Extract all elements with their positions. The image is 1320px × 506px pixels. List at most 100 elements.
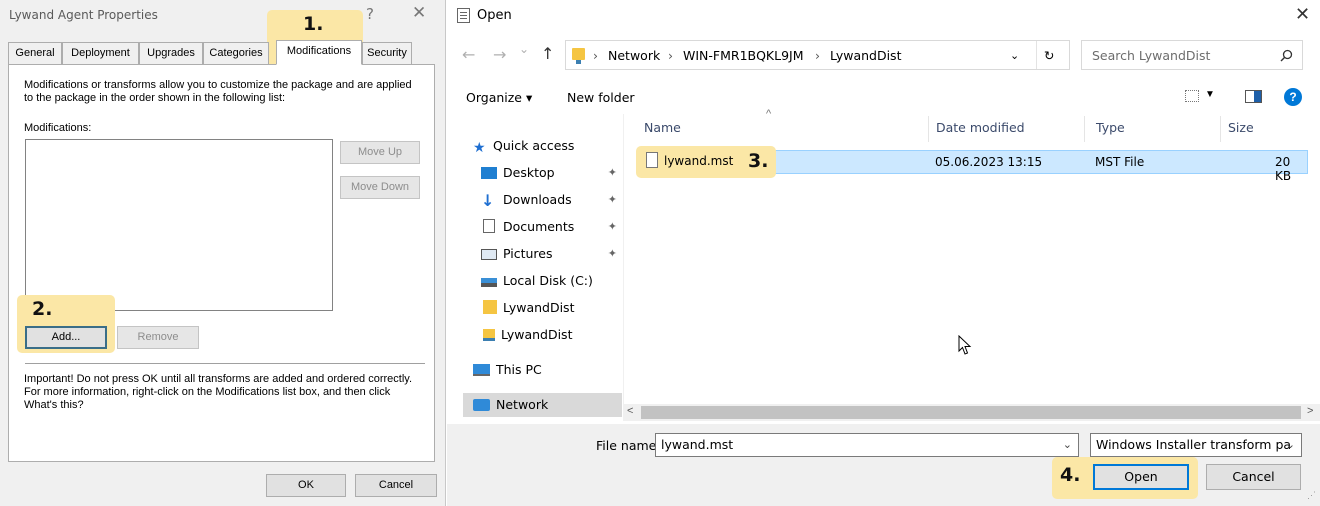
view-dropdown-icon[interactable]: ▼ (1205, 89, 1215, 100)
download-icon: ↓ (481, 191, 495, 210)
help-icon[interactable]: ? (1284, 88, 1302, 106)
recent-locations-icon[interactable]: ⌄ (519, 42, 529, 56)
pin-icon: ✦ (607, 247, 617, 260)
move-up-button[interactable]: Move Up (340, 141, 420, 164)
address-dropdown-icon[interactable]: ⌄ (1010, 49, 1019, 62)
help-button[interactable]: ? (366, 5, 374, 23)
nav-lywanddist-folder[interactable]: LywandDist (481, 296, 574, 320)
scroll-left-icon[interactable]: < (627, 405, 633, 417)
column-date[interactable]: Date modified (936, 120, 1025, 135)
nav-documents[interactable]: Documents ✦ (481, 215, 621, 239)
pc-icon (473, 364, 490, 376)
modifications-listbox[interactable] (25, 139, 333, 311)
search-box[interactable]: Search LywandDist (1081, 40, 1303, 70)
file-list: ^ Name Date modified Type Size 05.06.202… (623, 108, 1320, 404)
nav-downloads[interactable]: ↓ Downloads ✦ (481, 188, 621, 212)
pin-icon: ✦ (607, 166, 617, 179)
sort-ascending-icon: ^ (766, 108, 772, 120)
tab-security[interactable]: Security (362, 42, 412, 64)
breadcrumb-network[interactable]: Network (608, 48, 660, 63)
dialog-title: Lywand Agent Properties (9, 8, 158, 22)
search-icon[interactable] (1280, 49, 1293, 62)
scrollbar-thumb[interactable] (641, 406, 1301, 419)
move-down-button[interactable]: Move Down (340, 176, 420, 199)
open-button[interactable]: Open (1093, 464, 1189, 490)
breadcrumb-server[interactable]: WIN-FMR1BQKL9JM (683, 48, 804, 63)
navigation-pane: ★ Quick access Desktop ✦ ↓ Downloads ✦ Doc… (447, 114, 623, 424)
search-input[interactable]: Search LywandDist (1092, 48, 1210, 63)
breadcrumb-separator: › (668, 48, 673, 63)
step2-marker: 2. (32, 298, 53, 320)
scroll-right-icon[interactable]: > (1307, 405, 1313, 417)
open-dialog-title: Open (477, 8, 512, 23)
organize-menu[interactable]: Organize ▾ (466, 90, 532, 105)
close-button[interactable]: ✕ (412, 3, 426, 23)
open-dialog-icon (457, 8, 470, 23)
chevron-down-icon: ⌄ (1285, 438, 1295, 451)
address-divider (1036, 41, 1037, 69)
file-name[interactable]: lywand.mst (664, 154, 733, 168)
file-name-input[interactable]: lywand.mst ⌄ (655, 433, 1079, 457)
network-share-icon (483, 329, 495, 341)
nav-this-pc[interactable]: This PC (473, 358, 542, 382)
open-cancel-button[interactable]: Cancel (1206, 464, 1301, 490)
back-icon[interactable]: ← (462, 45, 475, 64)
tab-modifications[interactable]: Modifications (276, 40, 362, 65)
step4-marker: 4. (1060, 464, 1081, 486)
preview-pane-icon[interactable] (1245, 90, 1262, 103)
up-icon[interactable]: ↑ (541, 44, 554, 63)
column-type[interactable]: Type (1096, 120, 1125, 135)
new-folder-button[interactable]: New folder (567, 90, 635, 105)
desktop-icon (481, 167, 497, 179)
separator (25, 363, 425, 364)
column-name[interactable]: Name (644, 120, 681, 135)
folder-icon (483, 300, 497, 314)
resize-grip-icon[interactable]: ⋰ (1307, 490, 1316, 501)
pin-icon: ✦ (607, 193, 617, 206)
important-note: Important! Do not press OK until all tra… (24, 373, 413, 411)
description-text: Modifications or transforms allow you to… (24, 79, 412, 104)
nav-desktop[interactable]: Desktop ✦ (481, 161, 621, 185)
file-name-label: File name: (596, 438, 661, 453)
nav-pictures[interactable]: Pictures ✦ (481, 242, 621, 266)
open-close-button[interactable]: ✕ (1295, 4, 1310, 25)
file-type: MST File (1095, 155, 1145, 169)
view-options-icon[interactable] (1185, 90, 1199, 102)
pin-icon: ✦ (607, 220, 617, 233)
disk-icon (481, 278, 497, 287)
address-bar[interactable]: › Network › WIN-FMR1BQKL9JM › LywandDist… (565, 40, 1070, 70)
column-separator[interactable] (1220, 116, 1221, 142)
forward-icon[interactable]: → (493, 45, 506, 64)
nav-local-disk[interactable]: Local Disk (C:) (481, 269, 593, 293)
tab-deployment[interactable]: Deployment (62, 42, 139, 64)
nav-lywanddist-share[interactable]: LywandDist (481, 323, 572, 347)
file-type-filter[interactable]: Windows Installer transform pa ⌄ (1090, 433, 1302, 457)
breadcrumb-separator: › (593, 48, 598, 63)
tab-general[interactable]: General (8, 42, 62, 64)
horizontal-scrollbar[interactable]: < > (623, 404, 1320, 421)
nav-network[interactable]: Network (463, 393, 622, 417)
tab-categories[interactable]: Categories (203, 42, 269, 64)
network-icon (473, 399, 490, 411)
remove-button[interactable]: Remove (117, 326, 199, 349)
modifications-panel: Modifications or transforms allow you to… (8, 64, 435, 462)
star-icon: ★ (473, 140, 486, 156)
chevron-down-icon: ⌄ (1062, 438, 1072, 451)
file-icon (646, 152, 658, 168)
breadcrumb-lywanddist[interactable]: LywandDist (830, 48, 901, 63)
cursor-icon (958, 335, 972, 355)
column-size[interactable]: Size (1228, 120, 1254, 135)
breadcrumb-separator: › (815, 48, 820, 63)
column-separator[interactable] (928, 116, 929, 142)
file-date: 05.06.2023 13:15 (935, 155, 1043, 169)
add-button[interactable]: Add... (25, 326, 107, 349)
cancel-button[interactable]: Cancel (355, 474, 437, 497)
ok-button[interactable]: OK (266, 474, 346, 497)
documents-icon (483, 219, 495, 233)
tab-upgrades[interactable]: Upgrades (139, 42, 203, 64)
column-separator[interactable] (1084, 116, 1085, 142)
refresh-icon[interactable]: ↻ (1044, 48, 1054, 63)
nav-quick-access[interactable]: ★ Quick access (473, 134, 574, 158)
properties-dialog: Lywand Agent Properties ? ✕ 1. General D… (0, 0, 446, 506)
command-bar: Organize ▾ New folder ▼ ? (447, 80, 1320, 114)
